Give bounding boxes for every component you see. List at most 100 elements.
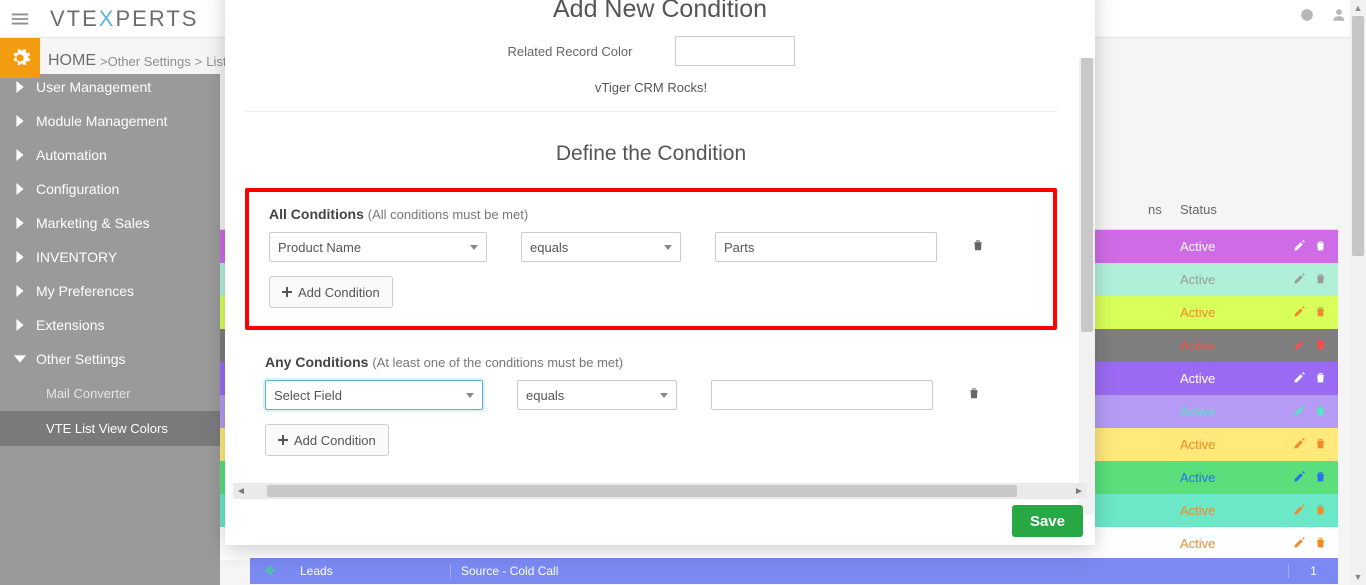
any-conditions-hint: (At least one of the conditions must be … (372, 355, 623, 370)
operator-select[interactable]: equals (521, 232, 681, 262)
delete-button[interactable] (1314, 536, 1327, 552)
save-button[interactable]: Save (1012, 505, 1083, 537)
status-cell: Active (1170, 272, 1282, 287)
edit-button[interactable] (1293, 371, 1306, 387)
pencil-icon (1293, 437, 1306, 450)
pencil-icon (1293, 305, 1306, 318)
breadcrumb: HOME > Other Settings > List (48, 44, 227, 78)
modal-close-button[interactable]: x (1068, 0, 1077, 5)
bottom-col-desc: Source - Cold Call (450, 564, 1010, 578)
add-condition-button[interactable]: Add Condition (265, 424, 389, 456)
sidebar-item-marketing[interactable]: Marketing & Sales (0, 206, 220, 240)
th-status: Status (1170, 202, 1282, 217)
scroll-down-icon[interactable]: ▼ (1350, 569, 1366, 585)
modal-scrollbar[interactable] (1079, 58, 1095, 515)
field-select[interactable]: Select Field (265, 380, 483, 410)
select-value: equals (530, 240, 568, 255)
sidebar-item-user-mgmt[interactable]: User Management (0, 74, 220, 104)
edit-button[interactable] (1293, 272, 1306, 288)
bottom-col-count: 1 (1288, 564, 1338, 578)
edit-button[interactable] (1293, 305, 1306, 321)
modal-title: Add New Condition (225, 0, 1095, 30)
value-input[interactable] (711, 380, 933, 410)
pencil-icon (1293, 470, 1306, 483)
edit-button[interactable] (1293, 404, 1306, 420)
delete-button[interactable] (1314, 338, 1327, 354)
gear-icon (9, 47, 31, 69)
trash-icon (1314, 338, 1327, 351)
delete-button[interactable] (1314, 305, 1327, 321)
modal-add-condition: x Add New Condition Related Record Color… (225, 0, 1095, 545)
caret-icon (466, 393, 474, 398)
delete-button[interactable] (1314, 272, 1327, 288)
sidebar-item-inventory[interactable]: INVENTORY (0, 240, 220, 274)
edit-button[interactable] (1293, 437, 1306, 453)
any-conditions-title: Any Conditions (265, 354, 368, 370)
sidebar-item-label: Configuration (36, 181, 119, 197)
trash-icon (1314, 536, 1327, 549)
trash-icon (1314, 371, 1327, 384)
delete-button[interactable] (1314, 503, 1327, 519)
breadcrumb-item[interactable]: List (206, 54, 226, 69)
menu-toggle-button[interactable] (0, 0, 40, 38)
modal-h-scrollbar[interactable]: ◄ ► (233, 483, 1087, 499)
edit-button[interactable] (1293, 536, 1306, 552)
plus-icon (278, 435, 288, 445)
sidebar-item-preferences[interactable]: My Preferences (0, 274, 220, 308)
delete-condition-button[interactable] (967, 385, 981, 406)
edit-button[interactable] (1293, 470, 1306, 486)
value-input[interactable]: Parts (715, 232, 937, 262)
sidebar-item-label: Other Settings (36, 351, 126, 367)
scroll-up-icon[interactable]: ▲ (1350, 0, 1366, 16)
delete-button[interactable] (1314, 437, 1327, 453)
scroll-left-icon[interactable]: ◄ (233, 483, 249, 499)
user-icon[interactable] (1332, 8, 1346, 27)
sidebar-sub-mail-converter[interactable]: Mail Converter (0, 376, 220, 411)
operator-select[interactable]: equals (517, 380, 677, 410)
drag-handle-icon[interactable]: ✥ (250, 564, 290, 578)
status-cell: Active (1170, 470, 1282, 485)
sidebar-sub-vte-list-colors[interactable]: VTE List View Colors (0, 411, 220, 446)
page-scrollbar[interactable]: ▲ ▼ (1350, 0, 1366, 585)
pencil-icon (1293, 371, 1306, 384)
breadcrumb-home[interactable]: HOME (48, 52, 96, 70)
delete-condition-button[interactable] (971, 237, 985, 258)
sidebar-item-other-settings[interactable]: Other Settings (0, 342, 220, 376)
delete-button[interactable] (1314, 239, 1327, 255)
select-value: equals (526, 388, 564, 403)
breadcrumb-item[interactable]: Other Settings (108, 54, 191, 69)
sidebar-item-automation[interactable]: Automation (0, 138, 220, 172)
scroll-right-icon[interactable]: ► (1071, 483, 1087, 499)
edit-button[interactable] (1293, 338, 1306, 354)
all-conditions-hint: (All conditions must be met) (368, 207, 528, 222)
sidebar-item-module-mgmt[interactable]: Module Management (0, 104, 220, 138)
related-color-row: Related Record Color (245, 36, 1057, 66)
caret-icon (470, 245, 478, 250)
tagline-text: vTiger CRM Rocks! (245, 80, 1057, 112)
edit-button[interactable] (1293, 503, 1306, 519)
bottom-data-row: ✥ Leads Source - Cold Call 1 (250, 558, 1338, 584)
delete-button[interactable] (1314, 371, 1327, 387)
th-ns: ns (1138, 202, 1170, 217)
trash-icon (1314, 305, 1327, 318)
status-cell: Active (1170, 503, 1282, 518)
delete-button[interactable] (1314, 404, 1327, 420)
field-select[interactable]: Product Name (269, 232, 487, 262)
all-conditions-group: All Conditions (All conditions must be m… (245, 188, 1057, 330)
topbar-right (1300, 8, 1346, 27)
brand-vte: VTE (50, 6, 99, 31)
pencil-icon (1293, 239, 1306, 252)
related-color-input[interactable] (675, 36, 795, 66)
trash-icon (1314, 404, 1327, 417)
any-conditions-group: Any Conditions (At least one of the cond… (245, 340, 1057, 474)
edit-button[interactable] (1293, 239, 1306, 255)
sidebar-item-configuration[interactable]: Configuration (0, 172, 220, 206)
settings-gear-button[interactable] (0, 38, 40, 78)
sidebar-item-extensions[interactable]: Extensions (0, 308, 220, 342)
add-condition-button[interactable]: Add Condition (269, 276, 393, 308)
scroll-thumb[interactable] (1352, 16, 1364, 256)
add-icon[interactable] (1300, 8, 1314, 27)
add-label: Add Condition (294, 433, 376, 448)
delete-button[interactable] (1314, 470, 1327, 486)
trash-icon (967, 385, 981, 401)
